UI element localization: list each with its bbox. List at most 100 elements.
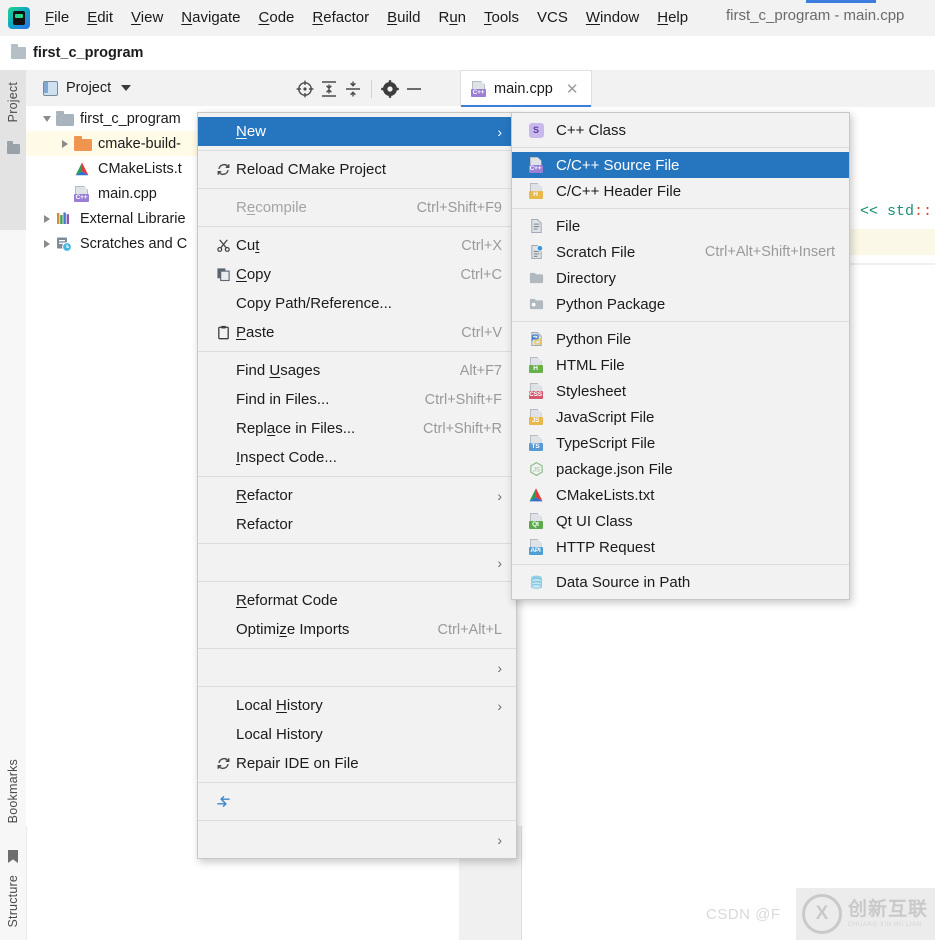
scratch-file-icon [524,244,548,260]
menu-item-accel: Ctrl+Shift+R [423,420,502,437]
menu-item-new[interactable]: New › [198,117,516,146]
submenu-separator [512,208,849,209]
strip-label-structure[interactable]: Structure [6,875,20,928]
menu-vcs[interactable]: VCS [528,5,577,31]
menu-separator [198,648,516,649]
python-file-icon [524,331,548,347]
chevron-right-icon[interactable] [38,239,56,248]
collapse-all-icon[interactable] [341,78,365,100]
menu-item-copy[interactable]: Copy Ctrl+C [198,260,516,289]
menu-item-mark-directory-as[interactable]: › [198,825,516,854]
editor-tab-bar: C++ main.cpp ✕ [460,70,935,108]
menu-tools[interactable]: Tools [475,5,528,31]
submenu-item-javascript-file[interactable]: JS JavaScript File [512,404,849,430]
menu-navigate[interactable]: Navigate [172,5,249,31]
submenu-item-cpp-class[interactable]: S C++ Class [512,117,849,143]
chevron-right-icon: › [497,123,502,140]
menu-edit[interactable]: Edit [78,5,122,31]
submenu-item-python-package[interactable]: Python Package [512,291,849,317]
submenu-item-c-cpp-header-file[interactable]: H C/C++ Header File [512,178,849,204]
locate-icon[interactable] [293,78,317,100]
strip-label-project[interactable]: Project [6,82,20,122]
menu-view[interactable]: View [122,5,172,31]
chevron-right-icon[interactable] [38,214,56,223]
submenu-item-cmakelists-txt[interactable]: CMakeLists.txt [512,482,849,508]
submenu-item-stylesheet[interactable]: CSS Stylesheet [512,378,849,404]
submenu-item-c-cpp-source-file[interactable]: C++ C/C++ Source File [512,152,849,178]
left-toolwindow-strip-top: Project [0,70,27,230]
menu-item-compare-with[interactable] [198,787,516,816]
menu-item-bookmarks[interactable]: › [198,548,516,577]
tree-node-label: cmake-build- [98,135,181,152]
menu-build[interactable]: Build [378,5,429,31]
chevron-down-icon[interactable] [38,115,56,122]
submenu-item-label: Directory [556,269,617,287]
folder-icon [11,44,26,59]
chevron-right-icon[interactable] [56,139,74,148]
menu-item-cut[interactable]: Cut Ctrl+X [198,231,516,260]
nodejs-icon: JS [524,461,548,477]
menu-item-inspect-code[interactable]: Inspect Code... [198,443,516,472]
csdn-watermark: CSDN @F [706,906,781,923]
menu-item-clean-python-compiled-files[interactable]: Refactor [198,510,516,539]
bookmark-icon [8,850,18,863]
menu-separator [198,686,516,687]
menu-item-open-in[interactable]: › [198,653,516,682]
menu-item-copy-path-reference[interactable]: Copy Path/Reference... [198,289,516,318]
menu-item-label: Refactor [236,516,293,533]
chevron-right-icon: › [497,831,502,848]
menu-separator [198,226,516,227]
menu-item-find-in-files[interactable]: Find in Files... Ctrl+Shift+F [198,385,516,414]
submenu-item-data-source-in-path[interactable]: Data Source in Path [512,569,849,595]
submenu-item-scratch-file[interactable]: Scratch File Ctrl+Alt+Shift+Insert [512,239,849,265]
menu-item-reload-cmake-project[interactable]: Reload CMake Project [198,155,516,184]
svg-text:JS: JS [532,466,539,473]
folder-orange-icon [74,135,92,151]
menu-help[interactable]: Help [648,5,697,31]
menu-separator [198,581,516,582]
menu-item-find-usages[interactable]: Find Usages Alt+F7 [198,356,516,385]
strip-label-bookmarks[interactable]: Bookmarks [6,759,20,823]
menu-item-reload-from-disk[interactable]: Repair IDE on File [198,749,516,778]
project-toolbar [293,78,426,100]
menu-item-refactor[interactable]: Refactor › [198,481,516,510]
submenu-item-html-file[interactable]: H HTML File [512,352,849,378]
submenu-item-directory[interactable]: Directory [512,265,849,291]
menu-file[interactable]: File [36,5,78,31]
menu-item-reformat-code[interactable]: Reformat Code [198,586,516,615]
menu-item-accel: Ctrl+X [461,237,502,254]
submenu-item-label: CMakeLists.txt [556,486,655,504]
left-toolwindow-strip-bottom: Bookmarks Structure [0,230,27,940]
menu-item-replace-in-files[interactable]: Replace in Files... Ctrl+Shift+R [198,414,516,443]
submenu-item-http-request[interactable]: API HTTP Request [512,534,849,560]
submenu-item-package-json-file[interactable]: JS package.json File [512,456,849,482]
chevron-right-icon: › [497,659,502,676]
menu-window[interactable]: Window [577,5,648,31]
submenu-item-qt-ui-class[interactable]: Qt Qt UI Class [512,508,849,534]
menu-item-paste[interactable]: Paste Ctrl+V [198,318,516,347]
menu-item-local-history[interactable]: Local History › [198,691,516,720]
expand-all-icon[interactable] [317,78,341,100]
menu-item-label: Local History [236,697,323,714]
folder-icon [524,271,548,285]
scissors-icon [210,238,236,253]
menu-item-optimize-imports[interactable]: Optimize Imports Ctrl+Alt+L [198,615,516,644]
menu-refactor[interactable]: Refactor [303,5,378,31]
gear-icon[interactable] [378,78,402,100]
menu-code[interactable]: Code [250,5,304,31]
js-file-icon: JS [524,409,548,425]
editor-tab-main-cpp[interactable]: C++ main.cpp ✕ [460,70,592,107]
submenu-item-python-file[interactable]: Python File [512,326,849,352]
menu-run[interactable]: Run [429,5,475,31]
window-title: first_c_program - main.cpp [726,7,905,24]
close-icon[interactable]: ✕ [566,80,579,98]
hide-icon[interactable] [402,78,426,100]
ide-window: File Edit View Navigate Code Refactor Bu… [0,0,935,940]
submenu-item-typescript-file[interactable]: TS TypeScript File [512,430,849,456]
menu-item-accel: Ctrl+Shift+F9 [416,199,502,216]
submenu-item-file[interactable]: File [512,213,849,239]
menu-item-repair-ide-on-file[interactable]: Local History [198,720,516,749]
window-tab-indicator [806,0,876,3]
chevron-down-icon[interactable] [121,85,132,91]
menu-item-label: Inspect Code... [236,449,337,466]
